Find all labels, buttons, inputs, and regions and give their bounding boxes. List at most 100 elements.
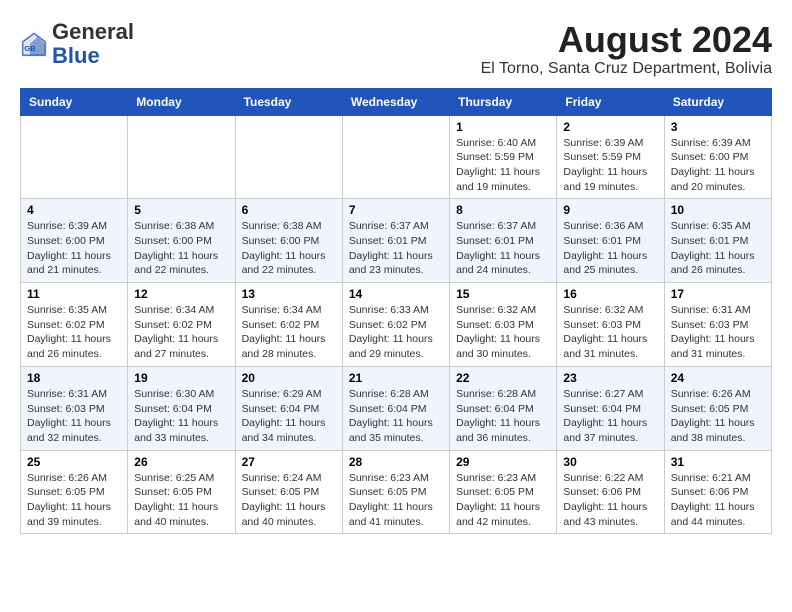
calendar-cell: 26 Sunrise: 6:25 AM Sunset: 6:05 PM Dayli…: [128, 450, 235, 534]
weekday-header-saturday: Saturday: [664, 88, 771, 115]
day-number: 22: [456, 371, 550, 385]
calendar-cell: 19 Sunrise: 6:30 AM Sunset: 6:04 PM Dayli…: [128, 366, 235, 450]
calendar-cell: 11 Sunrise: 6:35 AM Sunset: 6:02 PM Dayli…: [21, 283, 128, 367]
day-number: 29: [456, 455, 550, 469]
day-number: 4: [27, 203, 121, 217]
day-number: 19: [134, 371, 228, 385]
day-info: Sunrise: 6:34 AM Sunset: 6:02 PM Dayligh…: [134, 303, 228, 362]
weekday-header-wednesday: Wednesday: [342, 88, 449, 115]
weekday-header-sunday: Sunday: [21, 88, 128, 115]
calendar-cell: 8 Sunrise: 6:37 AM Sunset: 6:01 PM Daylig…: [450, 199, 557, 283]
day-info: Sunrise: 6:32 AM Sunset: 6:03 PM Dayligh…: [563, 303, 657, 362]
calendar-week-row: 11 Sunrise: 6:35 AM Sunset: 6:02 PM Dayli…: [21, 283, 772, 367]
day-number: 25: [27, 455, 121, 469]
day-info: Sunrise: 6:25 AM Sunset: 6:05 PM Dayligh…: [134, 471, 228, 530]
day-number: 11: [27, 287, 121, 301]
calendar-cell: 13 Sunrise: 6:34 AM Sunset: 6:02 PM Dayli…: [235, 283, 342, 367]
day-number: 3: [671, 120, 765, 134]
day-info: Sunrise: 6:32 AM Sunset: 6:03 PM Dayligh…: [456, 303, 550, 362]
calendar-title: August 2024 El Torno, Santa Cruz Departm…: [481, 20, 772, 78]
day-number: 6: [242, 203, 336, 217]
day-info: Sunrise: 6:39 AM Sunset: 5:59 PM Dayligh…: [563, 136, 657, 195]
calendar-cell: 16 Sunrise: 6:32 AM Sunset: 6:03 PM Dayli…: [557, 283, 664, 367]
day-info: Sunrise: 6:40 AM Sunset: 5:59 PM Dayligh…: [456, 136, 550, 195]
calendar-cell: 10 Sunrise: 6:35 AM Sunset: 6:01 PM Dayli…: [664, 199, 771, 283]
day-number: 8: [456, 203, 550, 217]
calendar-cell: 27Sunrise: 6:24 AM Sunset: 6:05 PM Dayli…: [235, 450, 342, 534]
calendar-cell: 23Sunrise: 6:27 AM Sunset: 6:04 PM Dayli…: [557, 366, 664, 450]
day-number: 7: [349, 203, 443, 217]
calendar-cell: 1Sunrise: 6:40 AM Sunset: 5:59 PM Daylig…: [450, 115, 557, 199]
day-number: 26: [134, 455, 228, 469]
calendar-cell: 9 Sunrise: 6:36 AM Sunset: 6:01 PM Daylig…: [557, 199, 664, 283]
calendar-cell: [21, 115, 128, 199]
day-number: 20: [242, 371, 336, 385]
day-number: 10: [671, 203, 765, 217]
logo: GB General Blue: [20, 20, 134, 68]
day-info: Sunrise: 6:36 AM Sunset: 6:01 PM Dayligh…: [563, 219, 657, 278]
day-number: 12: [134, 287, 228, 301]
calendar-cell: 4Sunrise: 6:39 AM Sunset: 6:00 PM Daylig…: [21, 199, 128, 283]
weekday-header-monday: Monday: [128, 88, 235, 115]
calendar-cell: 24 Sunrise: 6:26 AM Sunset: 6:05 PM Dayli…: [664, 366, 771, 450]
weekday-header-row: SundayMondayTuesdayWednesdayThursdayFrid…: [21, 88, 772, 115]
month-year-label: August 2024: [481, 20, 772, 60]
calendar-cell: 5 Sunrise: 6:38 AM Sunset: 6:00 PM Daylig…: [128, 199, 235, 283]
day-info: Sunrise: 6:31 AM Sunset: 6:03 PM Dayligh…: [27, 387, 121, 446]
day-info: Sunrise: 6:23 AM Sunset: 6:05 PM Dayligh…: [456, 471, 550, 530]
calendar-cell: 30 Sunrise: 6:22 AM Sunset: 6:06 PM Dayli…: [557, 450, 664, 534]
calendar-week-row: 18 Sunrise: 6:31 AM Sunset: 6:03 PM Dayli…: [21, 366, 772, 450]
calendar-cell: 31 Sunrise: 6:21 AM Sunset: 6:06 PM Dayli…: [664, 450, 771, 534]
day-info: Sunrise: 6:21 AM Sunset: 6:06 PM Dayligh…: [671, 471, 765, 530]
day-info: Sunrise: 6:35 AM Sunset: 6:02 PM Dayligh…: [27, 303, 121, 362]
calendar-cell: 7 Sunrise: 6:37 AM Sunset: 6:01 PM Daylig…: [342, 199, 449, 283]
day-number: 13: [242, 287, 336, 301]
day-info: Sunrise: 6:29 AM Sunset: 6:04 PM Dayligh…: [242, 387, 336, 446]
calendar-cell: 2 Sunrise: 6:39 AM Sunset: 5:59 PM Daylig…: [557, 115, 664, 199]
day-info: Sunrise: 6:38 AM Sunset: 6:00 PM Dayligh…: [242, 219, 336, 278]
day-number: 17: [671, 287, 765, 301]
day-number: 14: [349, 287, 443, 301]
weekday-header-thursday: Thursday: [450, 88, 557, 115]
location-label: El Torno, Santa Cruz Department, Bolivia: [481, 60, 772, 78]
weekday-header-friday: Friday: [557, 88, 664, 115]
calendar-cell: 14 Sunrise: 6:33 AM Sunset: 6:02 PM Dayli…: [342, 283, 449, 367]
calendar-cell: [128, 115, 235, 199]
calendar-week-row: 4Sunrise: 6:39 AM Sunset: 6:00 PM Daylig…: [21, 199, 772, 283]
calendar-cell: [342, 115, 449, 199]
calendar-cell: 12 Sunrise: 6:34 AM Sunset: 6:02 PM Dayli…: [128, 283, 235, 367]
day-number: 16: [563, 287, 657, 301]
calendar-cell: 22Sunrise: 6:28 AM Sunset: 6:04 PM Dayli…: [450, 366, 557, 450]
weekday-header-tuesday: Tuesday: [235, 88, 342, 115]
day-info: Sunrise: 6:22 AM Sunset: 6:06 PM Dayligh…: [563, 471, 657, 530]
calendar-cell: 6 Sunrise: 6:38 AM Sunset: 6:00 PM Daylig…: [235, 199, 342, 283]
calendar-table: SundayMondayTuesdayWednesdayThursdayFrid…: [20, 88, 772, 535]
calendar-week-row: 25 Sunrise: 6:26 AM Sunset: 6:05 PM Dayli…: [21, 450, 772, 534]
day-info: Sunrise: 6:35 AM Sunset: 6:01 PM Dayligh…: [671, 219, 765, 278]
calendar-cell: 3 Sunrise: 6:39 AM Sunset: 6:00 PM Daylig…: [664, 115, 771, 199]
day-number: 5: [134, 203, 228, 217]
day-info: Sunrise: 6:30 AM Sunset: 6:04 PM Dayligh…: [134, 387, 228, 446]
day-number: 9: [563, 203, 657, 217]
day-info: Sunrise: 6:26 AM Sunset: 6:05 PM Dayligh…: [27, 471, 121, 530]
day-info: Sunrise: 6:34 AM Sunset: 6:02 PM Dayligh…: [242, 303, 336, 362]
day-number: 2: [563, 120, 657, 134]
day-number: 15: [456, 287, 550, 301]
calendar-cell: 20 Sunrise: 6:29 AM Sunset: 6:04 PM Dayli…: [235, 366, 342, 450]
generalblue-logo-icon: GB: [20, 30, 48, 58]
day-info: Sunrise: 6:38 AM Sunset: 6:00 PM Dayligh…: [134, 219, 228, 278]
day-info: Sunrise: 6:37 AM Sunset: 6:01 PM Dayligh…: [349, 219, 443, 278]
day-info: Sunrise: 6:33 AM Sunset: 6:02 PM Dayligh…: [349, 303, 443, 362]
day-number: 18: [27, 371, 121, 385]
calendar-week-row: 1Sunrise: 6:40 AM Sunset: 5:59 PM Daylig…: [21, 115, 772, 199]
day-number: 31: [671, 455, 765, 469]
day-info: Sunrise: 6:39 AM Sunset: 6:00 PM Dayligh…: [671, 136, 765, 195]
calendar-cell: [235, 115, 342, 199]
calendar-cell: 25 Sunrise: 6:26 AM Sunset: 6:05 PM Dayli…: [21, 450, 128, 534]
day-number: 24: [671, 371, 765, 385]
svg-text:GB: GB: [24, 44, 36, 53]
day-number: 30: [563, 455, 657, 469]
day-info: Sunrise: 6:37 AM Sunset: 6:01 PM Dayligh…: [456, 219, 550, 278]
day-number: 21: [349, 371, 443, 385]
day-info: Sunrise: 6:26 AM Sunset: 6:05 PM Dayligh…: [671, 387, 765, 446]
